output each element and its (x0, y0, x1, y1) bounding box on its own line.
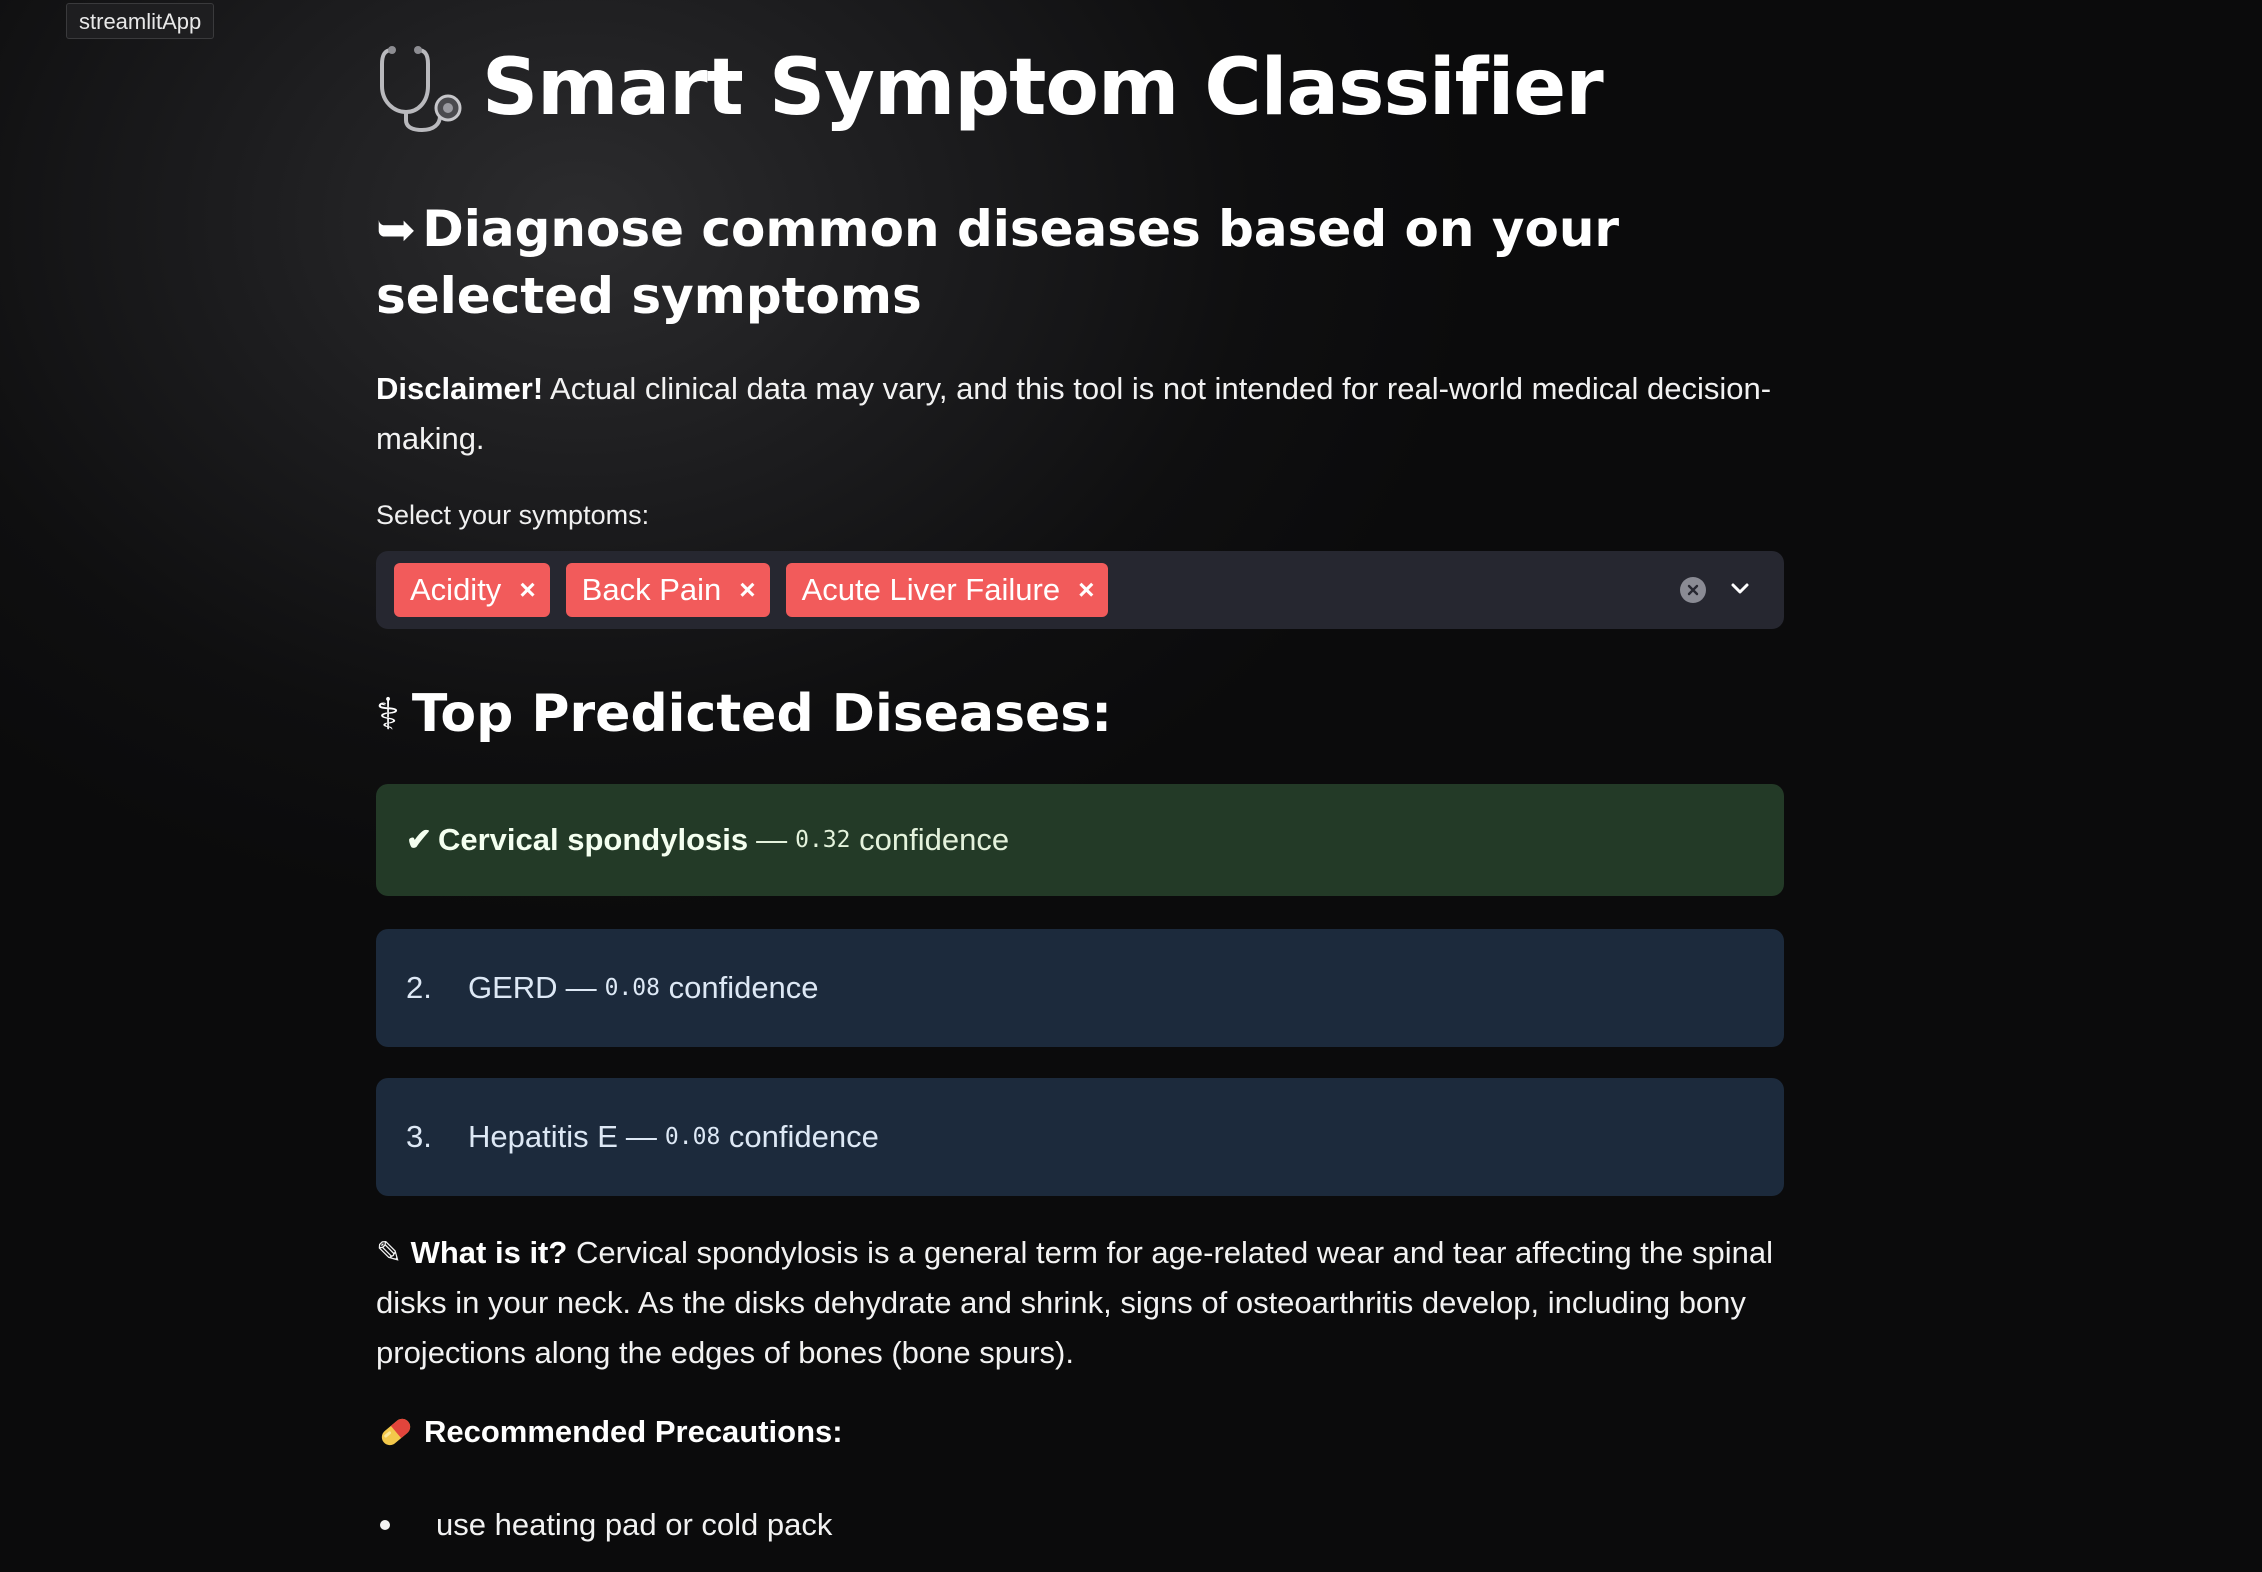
subtitle-text: Diagnose common diseases based on your s… (376, 200, 1620, 325)
prediction-confidence: 0.08 (604, 975, 660, 1001)
prediction-confidence: 0.32 (795, 827, 851, 853)
prediction-name: GERD (468, 970, 558, 1005)
chip-label: Acidity (410, 572, 502, 607)
chip-remove-icon[interactable]: × (739, 574, 755, 606)
app-badge: streamlitApp (66, 3, 215, 39)
prediction-rank: 2. (406, 970, 432, 1005)
clear-all-icon[interactable] (1680, 577, 1706, 603)
predictions-heading-text: Top Predicted Diseases: (411, 684, 1113, 744)
symptom-chip-acute-liver-failure: Acute Liver Failure × (785, 563, 1109, 617)
clear-x-glyph (1687, 584, 1699, 596)
page-title: Smart Symptom Classifier (482, 43, 1604, 133)
bullet-icon (380, 1520, 390, 1530)
disease-description: ✎ What is it? Cervical spondylosis is a … (376, 1228, 1796, 1378)
precautions-heading: Recommended Precautions: (376, 1412, 843, 1452)
prediction-dash: — (565, 970, 597, 1005)
symptom-chip-back-pain: Back Pain × (565, 563, 770, 617)
stethoscope-icon (380, 46, 462, 133)
precautions-title-text: Recommended Precautions: (424, 1414, 843, 1449)
prediction-name: Cervical spondylosis (437, 822, 749, 857)
page-subtitle: ➥ Diagnose common diseases based on your … (376, 196, 1784, 329)
precaution-text: use heating pad or cold pack (436, 1507, 833, 1542)
arrow-icon: ➥ (376, 202, 417, 258)
description-text: Cervical spondylosis is a general term f… (376, 1235, 1773, 1370)
symptom-multiselect[interactable]: Acidity × Back Pain × Acute Liver Failur… (376, 551, 1784, 629)
disclaimer-text: Actual clinical data may vary, and this … (376, 371, 1772, 456)
description-label: What is it? (410, 1235, 568, 1270)
prediction-dash: — (625, 1119, 657, 1154)
list-item: use heating pad or cold pack (376, 1500, 832, 1550)
check-icon: ✔ (406, 822, 432, 857)
predictions-heading: ⚕ Top Predicted Diseases: (376, 684, 1112, 744)
chip-label: Back Pain (581, 572, 722, 607)
medical-symbol-icon: ⚕ (376, 688, 400, 740)
top-prediction: ✔ Cervical spondylosis — 0.32 confidence (376, 784, 1784, 896)
disclaimer: Disclaimer! Actual clinical data may var… (376, 364, 1784, 464)
chip-remove-icon[interactable]: × (1078, 574, 1094, 606)
prediction-suffix: confidence (668, 970, 819, 1005)
prediction-row: 3. Hepatitis E — 0.08 confidence (376, 1078, 1784, 1196)
pencil-icon: ✎ (376, 1235, 402, 1270)
title-row: Smart Symptom Classifier (376, 38, 1604, 138)
chip-remove-icon[interactable]: × (519, 574, 535, 606)
pill-icon (381, 1418, 411, 1446)
chip-label: Acute Liver Failure (801, 572, 1061, 607)
symptom-select-label: Select your symptoms: (376, 500, 650, 530)
prediction-suffix: confidence (859, 822, 1010, 857)
prediction-row: 2. GERD — 0.08 confidence (376, 929, 1784, 1047)
prediction-rank: 3. (406, 1119, 432, 1154)
prediction-suffix: confidence (728, 1119, 879, 1154)
symptom-chip-acidity: Acidity × (394, 563, 550, 617)
disclaimer-label: Disclaimer! (376, 371, 544, 406)
chevron-down-icon[interactable] (1726, 575, 1754, 603)
prediction-dash: — (756, 822, 788, 857)
prediction-name: Hepatitis E (468, 1119, 618, 1154)
prediction-confidence: 0.08 (664, 1124, 721, 1150)
precautions-list: use heating pad or cold pack (376, 1500, 832, 1550)
